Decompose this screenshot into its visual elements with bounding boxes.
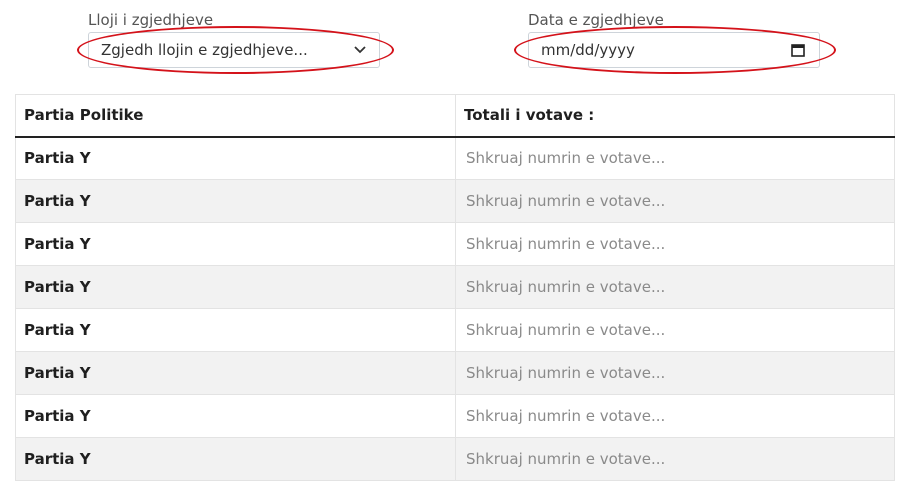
table-row: Partia Y <box>15 265 895 309</box>
party-name: Partia Y <box>15 222 456 266</box>
election-type-selected-value: Zgjedh llojin e zgjedhjeve... <box>101 41 308 59</box>
table-row: Partia Y <box>15 179 895 223</box>
election-type-label: Lloji i zgjedhjeve <box>88 11 214 29</box>
header-party: Partia Politike <box>15 94 456 138</box>
party-name: Partia Y <box>15 351 456 395</box>
party-name: Partia Y <box>15 265 456 309</box>
party-name: Partia Y <box>15 136 456 180</box>
election-date-input[interactable]: mm/dd/yyyy <box>528 32 820 68</box>
table-row: Partia Y <box>15 222 895 266</box>
election-date-label: Data e zgjedhjeve <box>528 11 664 29</box>
party-name: Partia Y <box>15 308 456 352</box>
votes-input[interactable] <box>464 364 890 382</box>
party-name: Partia Y <box>15 394 456 438</box>
table-row: Partia Y <box>15 308 895 352</box>
election-date-field: Data e zgjedhjeve <box>528 11 664 29</box>
table-row: Partia Y <box>15 394 895 438</box>
election-type-field: Lloji i zgjedhjeve <box>88 11 213 29</box>
chevron-down-icon <box>354 46 366 54</box>
party-name: Partia Y <box>15 437 456 481</box>
votes-input[interactable] <box>464 149 890 168</box>
votes-input[interactable] <box>464 450 890 468</box>
votes-input[interactable] <box>464 407 890 425</box>
votes-input[interactable] <box>464 192 890 210</box>
calendar-icon[interactable] <box>791 43 805 57</box>
election-date-placeholder: mm/dd/yyyy <box>541 41 635 59</box>
votes-table: Partia Politike Totali i votave : Partia… <box>15 94 895 481</box>
election-type-select[interactable]: Zgjedh llojin e zgjedhjeve... <box>88 32 380 68</box>
votes-input[interactable] <box>464 235 890 253</box>
votes-input[interactable] <box>464 278 890 296</box>
header-total-votes: Totali i votave : <box>455 94 895 138</box>
table-row: Partia Y <box>15 136 895 180</box>
votes-input[interactable] <box>464 321 890 339</box>
table-row: Partia Y <box>15 351 895 395</box>
party-name: Partia Y <box>15 179 456 223</box>
table-header-row: Partia Politike Totali i votave : <box>15 94 895 138</box>
table-row: Partia Y <box>15 437 895 481</box>
